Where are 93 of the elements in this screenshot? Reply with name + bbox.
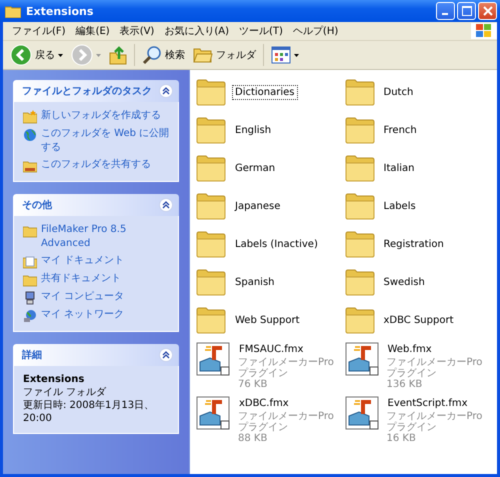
file-type: ファイルメーカーPro プラグイン xyxy=(386,411,484,433)
computer-icon xyxy=(23,291,37,305)
file-type: ファイルメーカーPro プラグイン xyxy=(237,357,335,379)
detail-name: Extensions xyxy=(23,373,86,386)
detail-modified: 更新日時: 2008年1月13日、20:00 xyxy=(23,399,156,425)
task-link[interactable]: マイ ドキュメント xyxy=(41,254,124,268)
maximize-button[interactable] xyxy=(457,2,476,20)
folder-icon[interactable] xyxy=(344,192,374,220)
menu-item[interactable]: お気に入り(A) xyxy=(159,24,234,38)
new-folder-icon xyxy=(23,110,37,124)
folder-icon[interactable] xyxy=(344,154,374,182)
folder-name[interactable]: xDBC Support xyxy=(380,312,456,328)
folder-icon[interactable] xyxy=(196,306,226,334)
task-link[interactable]: 新しいフォルダを作成する xyxy=(41,109,161,123)
collapse-icon[interactable] xyxy=(159,198,173,212)
panel-header[interactable]: ファイルとフォルダのタスク xyxy=(13,80,179,102)
search-button[interactable]: 検索 xyxy=(139,43,188,67)
maximize-icon xyxy=(462,6,472,16)
file-name[interactable]: FMSAUC.fmx xyxy=(236,342,306,357)
folder-name[interactable]: Italian xyxy=(380,160,418,176)
folder-icon[interactable] xyxy=(196,268,226,296)
collapse-icon[interactable] xyxy=(159,84,173,98)
file-size: 136 KB xyxy=(386,379,422,390)
window-title: Extensions xyxy=(26,4,94,18)
menu-item[interactable]: ファイル(F) xyxy=(7,24,71,38)
file-type: ファイルメーカーPro プラグイン xyxy=(237,411,335,433)
panel-header[interactable]: 詳細 xyxy=(13,344,179,366)
panel-title: ファイルとフォルダのタスク xyxy=(22,84,153,98)
folder-icon[interactable] xyxy=(196,192,226,220)
folder-icon[interactable] xyxy=(196,78,226,106)
task-link[interactable]: このフォルダを共有する xyxy=(41,158,151,172)
menu-item[interactable]: ツール(T) xyxy=(234,24,288,38)
globe-icon xyxy=(23,128,37,142)
panel-title: 詳細 xyxy=(22,348,43,362)
folders-button[interactable]: フォルダ xyxy=(190,44,259,66)
folder-name[interactable]: German xyxy=(232,160,278,176)
plugin-file-icon[interactable] xyxy=(196,396,230,430)
folder-icon[interactable] xyxy=(344,230,374,258)
task-link[interactable]: マイ コンピュータ xyxy=(41,290,124,304)
plugin-file-icon[interactable] xyxy=(196,342,230,376)
menu-item[interactable]: ヘルプ(H) xyxy=(288,24,344,38)
network-icon xyxy=(23,309,37,323)
close-button[interactable] xyxy=(478,2,497,20)
folder-name[interactable]: Dictionaries xyxy=(232,84,298,100)
panel-header[interactable]: その他 xyxy=(13,194,179,216)
folder-name[interactable]: English xyxy=(232,122,274,138)
folder-icon[interactable] xyxy=(344,268,374,296)
windows-logo-icon xyxy=(471,23,497,39)
folder-name[interactable]: Japanese xyxy=(232,198,284,214)
file-name[interactable]: xDBC.fmx xyxy=(236,396,292,411)
minimize-button[interactable] xyxy=(436,2,455,20)
file-size: 76 KB xyxy=(237,379,268,390)
plugin-file-icon[interactable] xyxy=(344,342,378,376)
folder-name[interactable]: Spanish xyxy=(232,274,278,290)
task-link[interactable]: FileMaker Pro 8.5 Advanced xyxy=(41,223,172,251)
document-icon xyxy=(23,255,37,269)
detail-type: ファイル フォルダ xyxy=(23,386,108,399)
file-name[interactable]: Web.fmx xyxy=(384,342,435,357)
folder-up-icon xyxy=(109,45,127,65)
panel-title: その他 xyxy=(22,198,53,212)
folder-icon[interactable] xyxy=(196,154,226,182)
folder-icon[interactable] xyxy=(196,230,226,258)
folder-icon xyxy=(5,4,21,18)
search-icon xyxy=(142,45,162,65)
folder-name[interactable]: French xyxy=(380,122,420,138)
task-link[interactable]: 共有ドキュメント xyxy=(41,272,121,286)
folder-name[interactable]: Labels (Inactive) xyxy=(232,236,321,252)
folder-name[interactable]: Web Support xyxy=(232,312,303,328)
folder-icon[interactable] xyxy=(196,116,226,144)
file-name[interactable]: EventScript.fmx xyxy=(384,396,471,411)
file-size: 16 KB xyxy=(386,433,416,444)
file-type: ファイルメーカーPro プラグイン xyxy=(386,357,484,379)
folder-icon xyxy=(23,273,37,287)
views-icon xyxy=(271,46,291,64)
task-link[interactable]: マイ ネットワーク xyxy=(41,308,124,322)
collapse-icon[interactable] xyxy=(159,348,173,362)
menu-item[interactable]: 編集(E) xyxy=(70,24,115,38)
task-link[interactable]: このフォルダを Web に公開する xyxy=(41,127,172,155)
share-icon xyxy=(23,159,37,173)
file-size: 88 KB xyxy=(237,433,268,444)
folder-name[interactable]: Swedish xyxy=(380,274,428,290)
folder-icon[interactable] xyxy=(344,306,374,334)
folder-name[interactable]: Dutch xyxy=(380,84,416,100)
folder-icon[interactable] xyxy=(344,78,374,106)
folder-icon xyxy=(193,46,213,64)
menu-item[interactable]: 表示(V) xyxy=(114,24,160,38)
folder-icon xyxy=(23,224,37,238)
folder-name[interactable]: Labels xyxy=(380,198,419,214)
folder-name[interactable]: Registration xyxy=(380,236,447,252)
folder-icon[interactable] xyxy=(344,116,374,144)
close-icon xyxy=(482,6,492,16)
back-button[interactable]: 戻る xyxy=(7,42,66,68)
plugin-file-icon[interactable] xyxy=(344,396,378,430)
